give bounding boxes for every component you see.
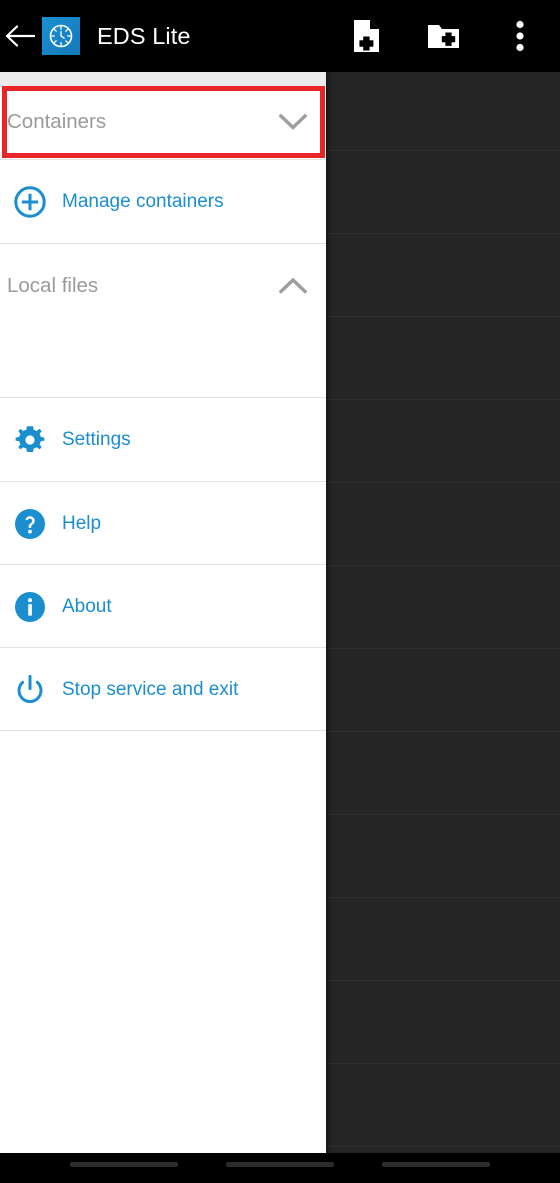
folder-plus-icon — [427, 25, 459, 48]
drawer-section-containers-label: Containers — [7, 110, 107, 133]
drawer-section-local-files[interactable]: Local files — [0, 244, 326, 327]
drawer-divider — [0, 730, 326, 731]
drawer-section-local-files-label: Local files — [7, 273, 99, 297]
more-vertical-icon — [516, 20, 524, 52]
drawer-item-manage-containers-label: Manage containers — [62, 190, 224, 212]
eds-clock-icon — [42, 17, 80, 55]
drawer-item-about[interactable]: About — [0, 565, 326, 648]
new-folder-button[interactable] — [415, 0, 471, 72]
drawer-item-stop-service-and-exit-label: Stop service and exit — [62, 678, 239, 700]
drawer-item-stop-service-and-exit[interactable]: Stop service and exit — [0, 648, 326, 731]
drawer-item-settings-label: Settings — [62, 428, 131, 450]
gear-icon — [11, 421, 49, 459]
system-navigation-bar — [0, 1153, 560, 1183]
back-arrow-icon — [5, 25, 35, 47]
file-plus-icon — [353, 20, 379, 52]
chevron-down-icon — [279, 108, 307, 136]
back-button[interactable] — [0, 0, 40, 72]
app-bar: EDS Lite — [0, 0, 560, 72]
drawer-item-settings[interactable]: Settings — [0, 398, 326, 481]
recents-pill[interactable] — [70, 1162, 178, 1167]
drawer-item-manage-containers[interactable]: Manage containers — [0, 160, 326, 243]
clock-face-icon — [49, 24, 73, 48]
new-file-button[interactable] — [338, 0, 394, 72]
drawer-item-help-label: Help — [62, 512, 102, 534]
drawer-item-about-label: About — [62, 595, 112, 617]
navigation-drawer: Containers Manage containers Local files — [0, 72, 326, 1153]
drawer-top-strip — [0, 72, 326, 86]
chevron-up-icon — [279, 272, 307, 300]
drawer-item-help[interactable]: Help — [0, 482, 326, 565]
screen: EDS Lite Containers Manage containers Lo… — [0, 0, 560, 1183]
power-icon — [11, 671, 49, 709]
plus-circle-outline-icon — [11, 183, 49, 221]
page-title: EDS Lite — [97, 22, 191, 49]
back-pill[interactable] — [382, 1162, 490, 1167]
home-pill[interactable] — [226, 1162, 334, 1167]
overflow-menu-button[interactable] — [491, 0, 549, 72]
info-circle-icon — [11, 588, 49, 626]
question-circle-icon — [11, 505, 49, 543]
app-bar-actions — [338, 0, 560, 72]
drawer-section-containers[interactable]: Containers — [0, 86, 326, 158]
